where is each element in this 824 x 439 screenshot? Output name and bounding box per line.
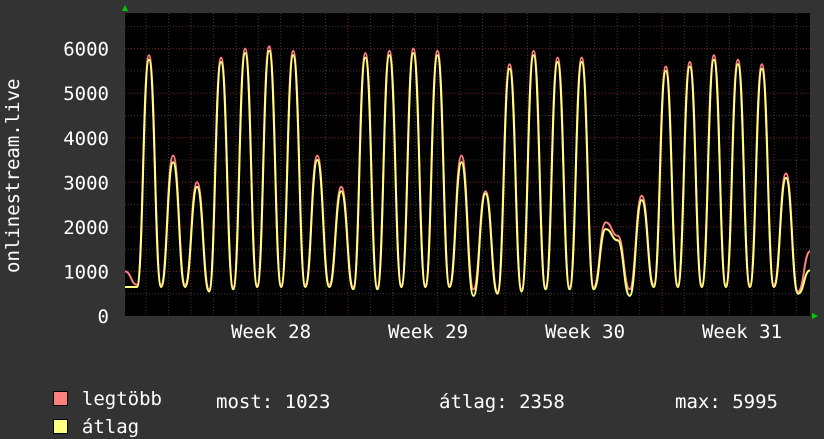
- y-axis-label: onlinestream.live: [2, 79, 24, 273]
- legend-swatch-avg: [52, 419, 68, 434]
- y-tick-label: 6000: [63, 39, 109, 61]
- x-tick-label: Week 28: [231, 321, 311, 343]
- x-axis-arrow-icon: [812, 313, 818, 319]
- chart: 0 1000 2000 3000 4000 5000 6000 Week 28 Week 29…: [2, 5, 818, 343]
- y-tick-label: 3000: [63, 172, 109, 194]
- x-tick-label: Week 30: [545, 321, 625, 343]
- x-tick-label: Week 29: [388, 321, 468, 343]
- y-tick-label: 5000: [63, 83, 109, 105]
- x-ticks: Week 28 Week 29 Week 30 Week 31: [231, 321, 782, 343]
- y-tick-label: 1000: [63, 261, 109, 283]
- legend-item-avg: átlag: [30, 391, 139, 439]
- stat-avg: átlag: 2358: [439, 391, 565, 413]
- stat-max: max: 5995: [675, 391, 778, 413]
- stat-now: most: 1023: [216, 391, 331, 413]
- y-tick-label: 4000: [63, 128, 109, 150]
- y-tick-label: 0: [98, 306, 109, 328]
- legend-label-avg: átlag: [81, 416, 140, 438]
- y-tick-label: 2000: [63, 217, 109, 239]
- y-ticks: 0 1000 2000 3000 4000 5000 6000: [63, 39, 109, 328]
- y-axis-arrow-icon: [122, 5, 128, 11]
- x-tick-label: Week 31: [702, 321, 782, 343]
